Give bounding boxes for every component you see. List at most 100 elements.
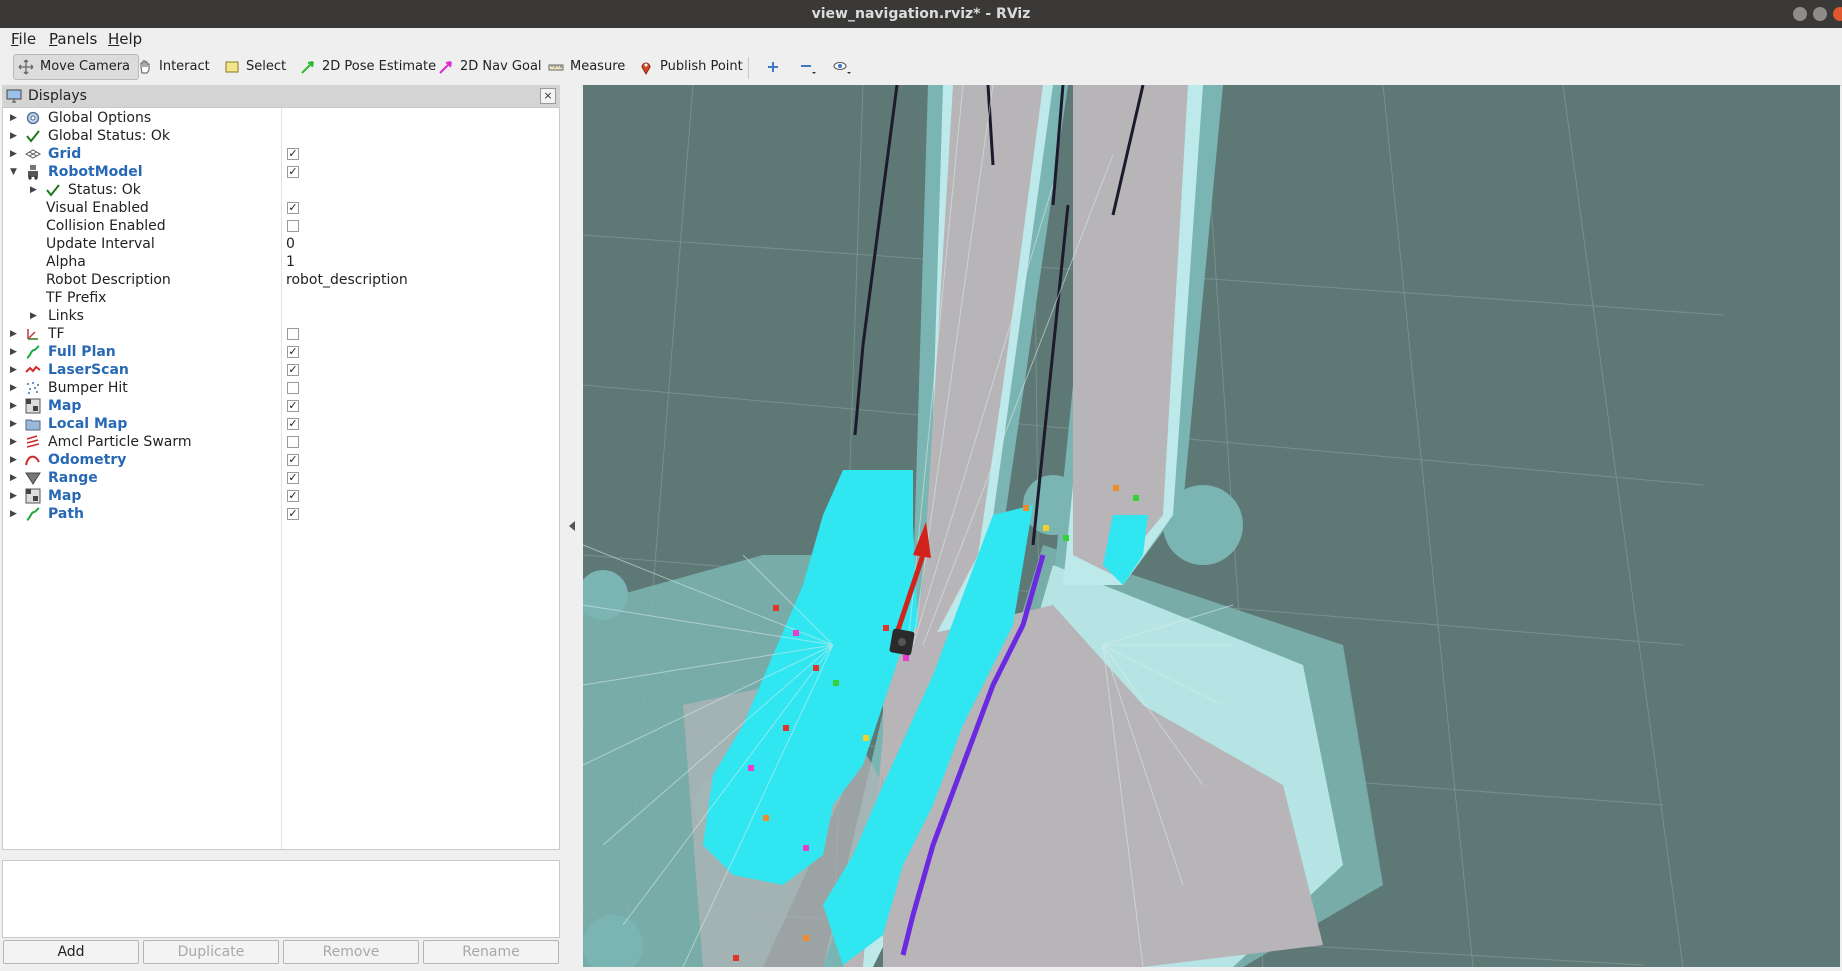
minimize-button[interactable] (1793, 7, 1807, 21)
tree-row-robot-description[interactable]: Robot Description robot_description (3, 271, 559, 289)
menu-help[interactable]: Help (108, 28, 142, 51)
grid-checkbox[interactable]: ✓ (287, 148, 299, 160)
tree-row-robotmodel[interactable]: ▼ RobotModel ✓ (3, 163, 559, 181)
grid-icon (25, 149, 41, 159)
menu-file[interactable]: File (11, 28, 36, 51)
map-2-checkbox[interactable]: ✓ (287, 490, 299, 502)
collapse-panel-icon[interactable] (569, 521, 575, 531)
close-button[interactable] (1833, 7, 1842, 21)
tree-row-map[interactable]: ▶ Map ✓ (3, 397, 559, 415)
bumper-hit-checkbox[interactable] (287, 382, 299, 394)
menu-bar: File Panels Help (0, 28, 1842, 51)
map-pin-icon (641, 62, 651, 75)
collapse-arrow-icon[interactable]: ▼ (10, 163, 17, 181)
tree-row-collision-enabled[interactable]: Collision Enabled (3, 217, 559, 235)
remove-button[interactable]: Remove (283, 940, 419, 964)
expand-arrow-icon[interactable]: ▶ (10, 325, 17, 343)
row-label: Status: Ok (68, 182, 141, 198)
nav-goal-label: 2D Nav Goal (460, 59, 542, 74)
expand-arrow-icon[interactable]: ▶ (10, 469, 17, 487)
tree-row-bumper-hit[interactable]: ▶ Bumper Hit (3, 379, 559, 397)
add-button[interactable]: Add (3, 940, 139, 964)
tree-row-tf[interactable]: ▶ TF (3, 325, 559, 343)
row-label: Amcl Particle Swarm (48, 434, 192, 450)
amcl-checkbox[interactable] (287, 436, 299, 448)
gear-icon (26, 111, 40, 125)
tree-row-path[interactable]: ▶ Path ✓ (3, 505, 559, 523)
row-label: Bumper Hit (48, 380, 128, 396)
expand-arrow-icon[interactable]: ▶ (10, 343, 17, 361)
row-label: Grid (48, 146, 82, 162)
row-label: Visual Enabled (46, 200, 149, 216)
tf-checkbox[interactable] (287, 328, 299, 340)
expand-arrow-icon[interactable]: ▶ (10, 379, 17, 397)
expand-arrow-icon[interactable]: ▶ (10, 487, 17, 505)
expand-arrow-icon[interactable]: ▶ (30, 307, 37, 325)
expand-arrow-icon[interactable]: ▶ (10, 397, 17, 415)
move-camera-tool[interactable]: Move Camera (13, 54, 139, 80)
rename-button[interactable]: Rename (423, 940, 559, 964)
interact-tool[interactable]: Interact (133, 54, 216, 80)
maximize-button[interactable] (1813, 7, 1827, 21)
tree-row-range[interactable]: ▶ Range ✓ (3, 469, 559, 487)
odometry-checkbox[interactable]: ✓ (287, 454, 299, 466)
tree-row-odometry[interactable]: ▶ Odometry ✓ (3, 451, 559, 469)
expand-arrow-icon[interactable]: ▶ (10, 361, 17, 379)
robot-description-value[interactable]: robot_description (286, 271, 408, 289)
nav-goal-tool[interactable]: 2D Nav Goal (434, 54, 548, 80)
row-label: Map (48, 488, 82, 504)
laser-icon (25, 365, 41, 373)
expand-arrow-icon[interactable]: ▶ (10, 505, 17, 523)
laserscan-checkbox[interactable]: ✓ (287, 364, 299, 376)
tree-row-grid[interactable]: ▶ Grid ✓ (3, 145, 559, 163)
row-label: Update Interval (46, 236, 155, 252)
tree-row-local-map[interactable]: ▶ Local Map ✓ (3, 415, 559, 433)
visual-enabled-checkbox[interactable]: ✓ (287, 202, 299, 214)
expand-arrow-icon[interactable]: ▶ (30, 181, 37, 199)
expand-arrow-icon[interactable]: ▶ (10, 145, 17, 163)
tree-row-map-2[interactable]: ▶ Map ✓ (3, 487, 559, 505)
collision-enabled-checkbox[interactable] (287, 220, 299, 232)
row-label: Full Plan (48, 344, 116, 360)
pose-estimate-tool[interactable]: 2D Pose Estimate (296, 54, 442, 80)
tree-row-tf-prefix[interactable]: TF Prefix (3, 289, 559, 307)
tree-row-global-status[interactable]: ▶ Global Status: Ok (3, 127, 559, 145)
map-checkbox[interactable]: ✓ (287, 400, 299, 412)
tree-row-visual-enabled[interactable]: Visual Enabled ✓ (3, 199, 559, 217)
local-map-checkbox[interactable]: ✓ (287, 418, 299, 430)
path-checkbox[interactable]: ✓ (287, 508, 299, 520)
publish-point-tool[interactable]: Publish Point (634, 54, 749, 80)
expand-arrow-icon[interactable]: ▶ (10, 451, 17, 469)
panel-splitter[interactable] (562, 85, 582, 971)
tree-row-global-options[interactable]: ▶ Global Options (3, 109, 559, 127)
remove-tool-button[interactable] (795, 54, 821, 80)
tree-row-alpha[interactable]: Alpha 1 (3, 253, 559, 271)
render-viewport[interactable] (583, 85, 1840, 967)
expand-arrow-icon[interactable]: ▶ (10, 127, 17, 145)
expand-arrow-icon[interactable]: ▶ (10, 109, 17, 127)
tree-row-amcl-particle-swarm[interactable]: ▶ Amcl Particle Swarm (3, 433, 559, 451)
view-options-button[interactable] (828, 54, 856, 80)
tf-icon (27, 329, 38, 340)
menu-panels[interactable]: Panels (49, 28, 97, 51)
measure-tool[interactable]: Measure (544, 54, 631, 80)
robotmodel-checkbox[interactable]: ✓ (287, 166, 299, 178)
close-panel-button[interactable]: × (540, 88, 556, 104)
add-tool-button[interactable] (762, 54, 784, 80)
displays-header: Displays × (2, 85, 560, 107)
select-tool[interactable]: Select (220, 54, 292, 80)
expand-arrow-icon[interactable]: ▶ (10, 433, 17, 451)
range-checkbox[interactable]: ✓ (287, 472, 299, 484)
duplicate-button[interactable]: Duplicate (143, 940, 279, 964)
check-icon (46, 184, 60, 197)
tree-row-full-plan[interactable]: ▶ Full Plan ✓ (3, 343, 559, 361)
alpha-value[interactable]: 1 (286, 253, 295, 271)
pointcloud-icon (27, 382, 39, 394)
expand-arrow-icon[interactable]: ▶ (10, 415, 17, 433)
full-plan-checkbox[interactable]: ✓ (287, 346, 299, 358)
update-interval-value[interactable]: 0 (286, 235, 295, 253)
tree-row-laserscan[interactable]: ▶ LaserScan ✓ (3, 361, 559, 379)
tree-row-links[interactable]: ▶ Links (3, 307, 559, 325)
tree-row-update-interval[interactable]: Update Interval 0 (3, 235, 559, 253)
tree-row-status[interactable]: ▶ Status: Ok (3, 181, 559, 199)
